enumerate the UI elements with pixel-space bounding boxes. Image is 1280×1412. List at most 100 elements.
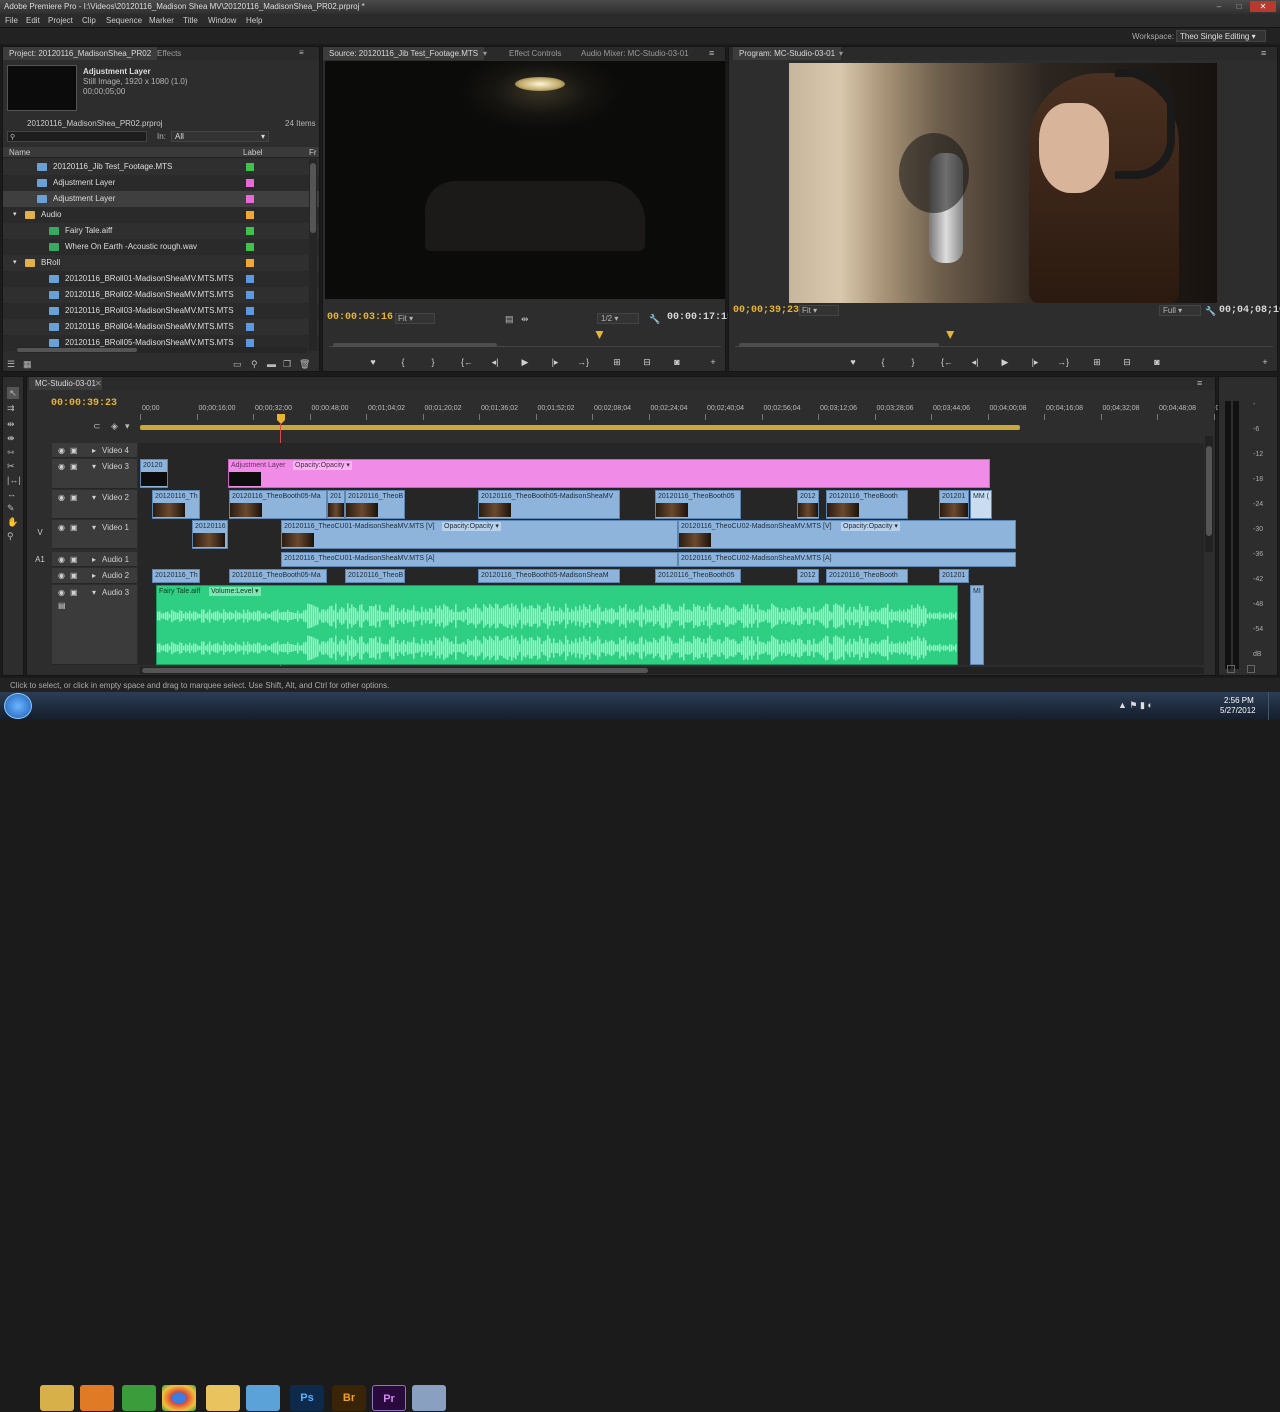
column-fr[interactable]: Fr [309,148,317,157]
project-item[interactable]: 20120116_Jib Test_Footage.MTS [3,159,319,175]
project-item[interactable]: 20120116_BRoll02-MadisonSheaMV.MTS.MTS [3,287,319,303]
program-goto-out-button[interactable]: →} [1055,355,1071,369]
disclosure-triangle-icon[interactable]: ▾ [13,207,17,223]
panel-menu-icon[interactable]: ≡ [299,48,304,57]
program-fit-dropdown[interactable]: Fit ▾ [799,305,839,316]
eye-icon[interactable]: ◉ [58,446,65,455]
speaker-icon[interactable]: ◉ [58,588,65,597]
collapse-icon[interactable]: ▾ [92,523,96,532]
clip-effect-dropdown[interactable]: Opacity:Opacity ▾ [442,522,501,531]
clip-adjustment-layer[interactable]: Adjustment Layer Opacity:Opacity ▾ [228,459,990,488]
folder-icon[interactable] [206,1385,240,1411]
source-panel-menu-icon[interactable]: ≡ [709,48,714,58]
program-playhead[interactable] [946,331,955,339]
project-item[interactable]: Adjustment Layer [3,175,319,191]
project-hscrollbar[interactable] [17,347,307,353]
menu-project[interactable]: Project [48,16,73,25]
lock-icon[interactable]: ▣ [70,555,78,564]
program-add-button[interactable]: + [1257,355,1273,369]
media-player-icon[interactable] [80,1385,114,1411]
razor-tool-icon[interactable]: ✂ [7,461,15,472]
timeline-hscrollbar[interactable] [140,667,1204,674]
timeline-current-timecode[interactable]: 00:00:39:23 [51,398,117,409]
project-item[interactable]: 20120116_BRoll04-MadisonSheaMV.MTS.MTS [3,319,319,335]
menu-clip[interactable]: Clip [82,16,96,25]
audio-source-patch[interactable]: A1 [32,555,48,565]
minimize-button[interactable]: – [1210,1,1228,12]
clip-v2-d[interactable]: 20120116_TheoB [345,490,405,519]
project-item[interactable]: Where On Earth -Acoustic rough.wav [3,239,319,255]
vscroll-thumb[interactable] [1206,446,1212,536]
collapse-icon[interactable]: ▾ [92,493,96,502]
project-item[interactable]: Adjustment Layer [3,191,319,207]
program-goto-in-button[interactable]: {← [939,355,955,369]
pen-tool-icon[interactable]: ✎ [7,503,15,514]
hand-tool-icon[interactable]: ✋ [7,517,18,528]
slip-tool-icon[interactable]: |↔| [7,475,21,485]
collapse-icon[interactable]: ▾ [92,462,96,471]
menu-sequence[interactable]: Sequence [106,16,142,25]
lock-icon[interactable]: ▣ [70,493,78,502]
menu-title[interactable]: Title [183,16,198,25]
eye-icon[interactable]: ◉ [58,462,65,471]
tab-project[interactable]: Project: 20120116_MadisonShea_PR02 [3,47,158,60]
clip-v2-a[interactable]: 20120116_Th [152,490,200,519]
timeline-vscrollbar[interactable] [1205,436,1213,552]
column-name[interactable]: Name [9,148,30,157]
tab-program[interactable]: Program: MC-Studio-03-01 [733,47,842,60]
clip-a2-g[interactable]: 20120116_TheoBooth [826,569,908,583]
collapse-icon[interactable]: ▾ [92,588,96,597]
source-step-back-button[interactable]: ◂| [487,355,503,369]
track-video-4[interactable]: ◉ ▣ ▸ Video 4 [52,443,137,458]
program-play-button[interactable]: ▶ [997,355,1013,369]
solo-right-button[interactable] [1247,665,1255,673]
program-mark-out-button[interactable]: } [905,355,921,369]
clip-a2-c[interactable]: 20120116_TheoB [345,569,405,583]
work-area-bar[interactable] [140,425,1020,430]
tab-effects[interactable]: Effects [151,47,187,60]
clip-v1-c[interactable]: 20120116_TheoCU02-MadisonSheaMV.MTS [V] … [678,520,1016,549]
track-select-tool-icon[interactable]: ⇉ [7,403,15,414]
program-chevron-icon[interactable]: ▾ [839,49,843,58]
source-zoom-bar[interactable] [333,343,497,347]
explorer-icon[interactable] [40,1385,74,1411]
source-mark-in-button[interactable]: { [395,355,411,369]
rolling-edit-tool-icon[interactable]: ⇼ [7,433,15,444]
clip-v2-f[interactable]: 20120116_TheoBooth05 [655,490,741,519]
clock-date[interactable]: 5/27/2012 [1220,706,1256,715]
clip-v1-a[interactable]: 20120116 [192,520,228,549]
expand-icon[interactable]: ▸ [92,571,96,580]
expand-icon[interactable]: ▸ [92,555,96,564]
source-mark-out-button[interactable]: } [425,355,441,369]
project-scrollbar[interactable] [309,159,317,351]
program-current-timecode[interactable]: 00;00;39;23 [733,305,799,316]
start-button[interactable] [4,693,32,719]
clip-a2-f[interactable]: 2012 [797,569,819,583]
icon-view-icon[interactable]: ▦ [23,359,32,370]
close-window-button[interactable]: ✕ [1250,1,1276,12]
zoom-tool-icon[interactable]: ⚲ [7,531,14,542]
slide-tool-icon[interactable]: ↔ [7,489,16,499]
rate-stretch-tool-icon[interactable]: ⇿ [7,447,15,458]
workspace-dropdown[interactable]: Theo Single Editing ▾ [1176,30,1266,42]
source-goto-out-button[interactable]: →} [575,355,591,369]
program-settings-icon[interactable]: 🔧 [1205,306,1216,317]
lock-icon[interactable]: ▣ [70,571,78,580]
clip-v3-a[interactable]: 20120 [140,459,168,488]
source-drag-icon[interactable]: ⇹ [521,314,529,325]
trash-icon[interactable]: 🗑 [299,359,310,370]
column-label[interactable]: Label [243,148,263,157]
clip-a3-end[interactable]: MI [970,585,984,665]
source-overwrite-button[interactable]: ⊟ [639,355,655,369]
clip-a1-b[interactable]: 20120116_TheoCU01-MadisonSheaMV.MTS [A] [281,552,678,567]
program-extract-button[interactable]: ⊟ [1119,355,1135,369]
project-item[interactable]: 20120116_BRoll03-MadisonSheaMV.MTS.MTS [3,303,319,319]
program-zoom-bar[interactable] [739,343,939,347]
source-settings-icon[interactable]: 🔧 [649,314,660,325]
program-resolution-dropdown[interactable]: Full ▾ [1159,305,1201,316]
close-tab-icon[interactable]: ✕ [95,379,102,388]
window-icon[interactable] [412,1385,446,1411]
ripple-edit-tool-icon[interactable]: ⇹ [7,419,15,430]
clip-effect-dropdown[interactable]: Opacity:Opacity ▾ [841,522,900,531]
add-marker-icon[interactable]: ◈ [111,421,118,432]
